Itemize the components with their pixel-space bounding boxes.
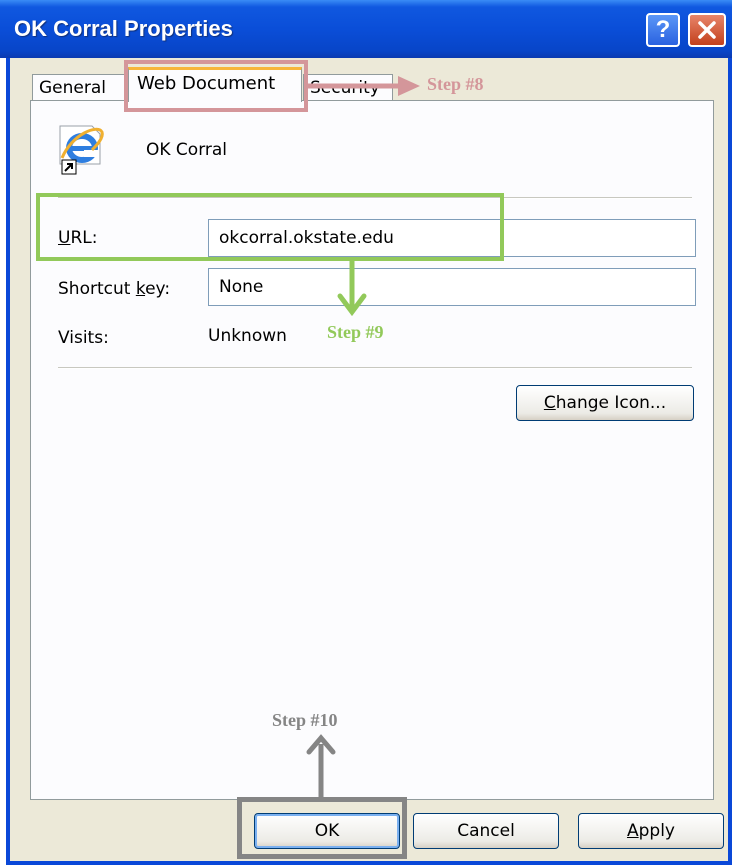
change-icon-button[interactable]: Change Icon... xyxy=(516,385,694,421)
step-9-label: Step #9 xyxy=(327,322,384,342)
step-10-label: Step #10 xyxy=(272,710,338,730)
title-bar[interactable]: OK Corral Properties ? xyxy=(0,0,732,58)
separator xyxy=(58,367,692,369)
url-label: URL: xyxy=(58,228,98,248)
internet-explorer-shortcut-icon xyxy=(59,125,104,175)
document-name: OK Corral xyxy=(146,140,228,160)
url-field[interactable]: okcorral.okstate.edu xyxy=(208,219,696,257)
visits-value: Unknown xyxy=(208,326,287,346)
close-icon xyxy=(698,21,716,39)
close-button[interactable] xyxy=(688,13,726,47)
separator xyxy=(58,197,692,199)
visits-label: Visits: xyxy=(58,328,109,348)
help-icon: ? xyxy=(655,16,671,43)
step-8-label: Step #8 xyxy=(427,74,484,94)
tab-general[interactable]: General xyxy=(32,74,126,100)
shortcut-key-field[interactable]: None xyxy=(208,268,696,306)
cancel-button[interactable]: Cancel xyxy=(413,813,559,849)
ok-button[interactable]: OK xyxy=(254,813,400,849)
window-title: OK Corral Properties xyxy=(14,16,233,41)
tab-web-document[interactable]: Web Document xyxy=(128,67,302,102)
tab-security[interactable]: Security xyxy=(303,74,393,100)
apply-button[interactable]: Apply xyxy=(578,813,724,849)
tab-panel xyxy=(30,100,714,800)
shortcut-key-label: Shortcut key: xyxy=(58,279,171,299)
help-button[interactable]: ? xyxy=(646,13,680,47)
